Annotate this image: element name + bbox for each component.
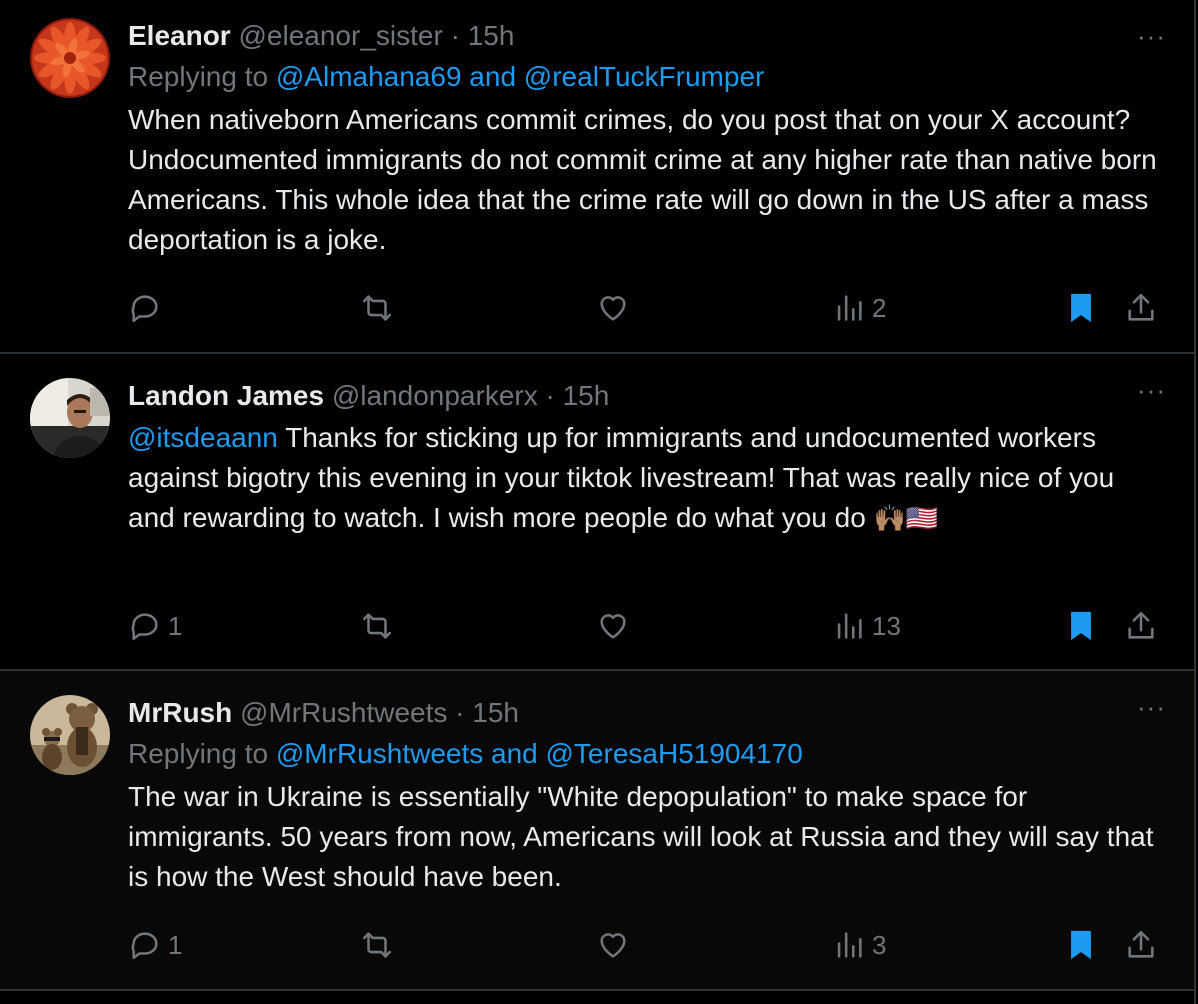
- reply-icon: [131, 613, 158, 641]
- avatar[interactable]: [30, 695, 110, 775]
- like-button[interactable]: [596, 606, 636, 646]
- reply-count: 1: [168, 929, 183, 960]
- repost-button[interactable]: [360, 925, 400, 965]
- views-chart-icon: [837, 295, 862, 321]
- tweet-emoji: 🙌🏽🇺🇸: [873, 503, 939, 533]
- view-count: 3: [872, 929, 887, 960]
- views-button[interactable]: 13: [832, 606, 901, 646]
- view-count: 13: [872, 610, 901, 641]
- teddy-bears-avatar-icon: [30, 695, 110, 775]
- tweet-text: When nativeborn Americans commit crimes,…: [128, 100, 1166, 260]
- timestamp[interactable]: 15h: [468, 20, 515, 51]
- views-chart-icon: [837, 932, 862, 958]
- tweet-text-content: The war in Ukraine is essentially "White…: [128, 781, 1154, 892]
- repost-icon: [362, 613, 392, 639]
- man-in-car-avatar-icon: [30, 378, 110, 458]
- repost-icon: [362, 932, 392, 958]
- tweet-text: The war in Ukraine is essentially "White…: [128, 777, 1166, 897]
- tweet-actions: 1 3: [128, 925, 1158, 965]
- display-name[interactable]: MrRush: [128, 697, 232, 728]
- tweet-header: Eleanor @eleanor_sister · 15h: [128, 16, 1166, 56]
- reply-feed: ··· Eleanor @eleanor_sister · 15h Replyi…: [0, 0, 1196, 1004]
- repost-icon: [362, 295, 392, 321]
- avatar[interactable]: [30, 378, 110, 458]
- replying-to: Replying to @MrRushtweets and @TeresaH51…: [128, 733, 1166, 775]
- bookmark-button[interactable]: [1064, 606, 1098, 646]
- views-chart-icon: [837, 613, 862, 639]
- bookmark-filled-icon: [1071, 611, 1091, 641]
- separator-dot: ·: [450, 20, 460, 51]
- timestamp[interactable]: 15h: [472, 697, 519, 728]
- view-count: 2: [872, 292, 887, 323]
- separator-dot: ·: [545, 380, 555, 411]
- orange-flower-avatar-icon: [30, 18, 110, 98]
- tweet-text: @itsdeaann Thanks for sticking up for im…: [128, 418, 1166, 538]
- tweet-actions: 1 13: [128, 606, 1158, 646]
- reply-icon: [131, 932, 158, 960]
- more-options-icon[interactable]: ···: [1137, 23, 1166, 49]
- bookmark-filled-icon: [1071, 930, 1091, 960]
- user-handle[interactable]: @MrRushtweets: [240, 697, 447, 728]
- like-button[interactable]: [596, 925, 636, 965]
- heart-icon: [600, 614, 626, 639]
- repost-button[interactable]: [360, 288, 400, 328]
- tweet[interactable]: ··· Landon James @landonparkerx · 15h @i…: [0, 354, 1194, 671]
- user-handle[interactable]: @eleanor_sister: [238, 20, 442, 51]
- display-name[interactable]: Eleanor: [128, 20, 231, 51]
- replying-to: Replying to @Almahana69 and @realTuckFru…: [128, 56, 1166, 98]
- replying-prefix: Replying to: [128, 738, 269, 769]
- mention-link[interactable]: @itsdeaann: [128, 422, 278, 453]
- heart-icon: [600, 296, 626, 321]
- heart-icon: [600, 933, 626, 958]
- tweet-text-content: When nativeborn Americans commit crimes,…: [128, 104, 1157, 255]
- like-button[interactable]: [596, 288, 636, 328]
- replying-prefix: Replying to: [128, 61, 269, 92]
- views-button[interactable]: 3: [832, 925, 886, 965]
- display-name[interactable]: Landon James: [128, 380, 324, 411]
- tweet-header: Landon James @landonparkerx · 15h: [128, 376, 1166, 416]
- tweet[interactable]: ··· Eleanor @eleanor_sister · 15h Replyi…: [0, 0, 1194, 354]
- more-options-icon[interactable]: ···: [1137, 694, 1166, 720]
- share-icon: [1128, 930, 1154, 958]
- bookmark-button[interactable]: [1064, 925, 1098, 965]
- share-button[interactable]: [1124, 925, 1158, 965]
- reply-icon: [131, 295, 158, 323]
- avatar[interactable]: [30, 18, 110, 98]
- reply-button[interactable]: [128, 288, 168, 328]
- more-options-icon[interactable]: ···: [1137, 377, 1166, 403]
- timestamp[interactable]: 15h: [563, 380, 610, 411]
- share-button[interactable]: [1124, 606, 1158, 646]
- repost-button[interactable]: [360, 606, 400, 646]
- separator-dot: ·: [455, 697, 465, 728]
- tweet-actions: 2: [128, 288, 1158, 328]
- reply-button[interactable]: 1: [128, 606, 182, 646]
- bookmark-button[interactable]: [1064, 288, 1098, 328]
- replying-to-users[interactable]: @MrRushtweets and @TeresaH51904170: [276, 738, 803, 769]
- user-handle[interactable]: @landonparkerx: [332, 380, 538, 411]
- bookmark-filled-icon: [1071, 293, 1091, 323]
- share-button[interactable]: [1124, 288, 1158, 328]
- share-icon: [1128, 293, 1154, 321]
- tweet-header: MrRush @MrRushtweets · 15h: [128, 693, 1166, 733]
- tweet[interactable]: ··· MrRush @MrRushtweets · 15h Replying …: [0, 671, 1194, 991]
- replying-to-users[interactable]: @Almahana69 and @realTuckFrumper: [276, 61, 764, 92]
- share-icon: [1128, 611, 1154, 639]
- views-button[interactable]: 2: [832, 288, 886, 328]
- reply-count: 1: [168, 610, 183, 641]
- reply-button[interactable]: 1: [128, 925, 182, 965]
